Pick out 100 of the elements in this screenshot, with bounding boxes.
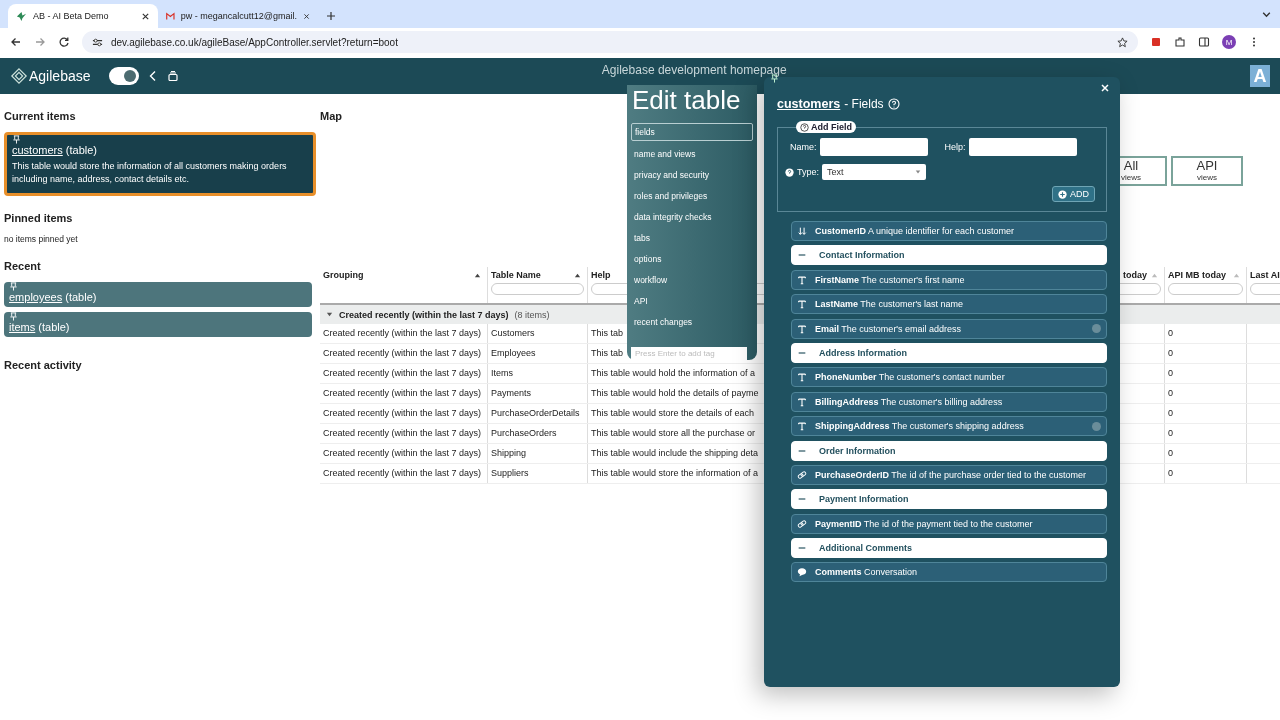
section-header-row[interactable]: Payment Information xyxy=(791,489,1107,510)
diamond-logo-icon xyxy=(10,67,28,85)
stack-icon[interactable] xyxy=(166,70,179,82)
section-header-row[interactable]: Additional Comments xyxy=(791,538,1107,559)
field-description: LastName The customer's last name xyxy=(815,299,965,310)
column-header[interactable]: Table Name xyxy=(491,270,541,280)
field-row[interactable]: CustomerID A unique identifier for each customer xyxy=(791,221,1107,241)
column-header[interactable]: Help xyxy=(591,270,611,280)
browser-tab[interactable]: pw - megancalcutt12@gmail. xyxy=(158,4,318,28)
toggle-switch[interactable] xyxy=(108,67,139,85)
text-icon xyxy=(797,372,807,383)
table-cell: PurchaseOrders xyxy=(488,424,588,443)
star-icon[interactable] xyxy=(1117,36,1128,48)
current-item-card[interactable]: customers (table) This table would store the information of all customers making orders including name, address, contact details etc. xyxy=(4,132,316,196)
table-cell: Created recently (within the last 7 days) xyxy=(320,444,488,463)
field-row[interactable]: PaymentID The id of the payment tied to the customer xyxy=(791,513,1107,534)
item-link[interactable]: employees xyxy=(9,291,63,303)
field-description: PhoneNumber The customer's contact number xyxy=(815,372,1006,383)
field-row[interactable]: ShippingAddress The customer's shipping address xyxy=(791,416,1107,437)
brand-name: Agilebase xyxy=(29,68,91,84)
field-row[interactable]: LastName The customer's last name xyxy=(791,294,1107,315)
column-header[interactable]: Last AI xyxy=(1250,270,1280,280)
column-header[interactable]: Grouping xyxy=(323,270,364,280)
link-icon xyxy=(797,469,807,480)
help-icon[interactable] xyxy=(785,167,794,177)
menu-item[interactable]: fields xyxy=(631,123,753,141)
profile-avatar[interactable]: M xyxy=(1222,35,1236,49)
page-title: Agilebase development homepage xyxy=(601,63,787,77)
section-title: Contact Information xyxy=(819,250,905,261)
field-label: Type: xyxy=(797,167,819,177)
field-row[interactable]: BillingAddress The customer's billing address xyxy=(791,391,1107,412)
dialog-title: - Fields xyxy=(844,97,884,111)
field-description: PurchaseOrderID The id of the purchase order tied to the customer xyxy=(815,469,1087,480)
field-description: PaymentID The id of the payment tied to the customer xyxy=(815,518,1034,529)
menu-item[interactable]: name and views xyxy=(631,146,753,162)
table-cell: 0 xyxy=(1165,424,1247,443)
column-header[interactable]: API MB today xyxy=(1168,270,1226,280)
sidebar-icon[interactable] xyxy=(1198,36,1210,48)
field-description: CustomerID A unique identifier for each customer xyxy=(815,226,1016,236)
table-cell: 0 xyxy=(1165,444,1247,463)
address-bar[interactable]: dev.agilebase.co.uk/agileBase/AppController.servlet?return=boot xyxy=(82,31,1138,53)
field-row[interactable]: PurchaseOrderID The id of the purchase order tied to the customer xyxy=(791,464,1107,485)
menu-item[interactable]: data integrity checks xyxy=(631,209,753,225)
field-row[interactable]: Email The customer's email address xyxy=(791,318,1107,339)
table-cell: Created recently (within the last 7 days) xyxy=(320,424,488,443)
menu-item[interactable]: roles and privileges xyxy=(631,188,753,204)
field-description: ShippingAddress The customer's shipping address xyxy=(815,421,1025,432)
field-row[interactable]: PhoneNumber The customer's contact number xyxy=(791,367,1107,388)
recent-item-card[interactable]: items (table) xyxy=(4,312,312,337)
text-icon xyxy=(797,299,807,310)
section-header-row[interactable]: Contact Information xyxy=(791,245,1107,266)
field-row[interactable]: FirstName The customer's first name xyxy=(791,269,1107,290)
section-heading: Map xyxy=(320,110,343,122)
table-cell: Created recently (within the last 7 days) xyxy=(320,364,488,383)
help-icon[interactable] xyxy=(800,122,809,132)
mail-icon xyxy=(166,10,175,22)
item-link[interactable]: items xyxy=(9,321,36,333)
sort-icon[interactable] xyxy=(574,271,581,279)
corner-logo: A xyxy=(1250,65,1270,87)
menu-item[interactable]: workflow xyxy=(631,272,753,288)
column-header[interactable]: today xyxy=(1123,270,1147,280)
field-description: Email The customer's email address xyxy=(815,323,963,334)
help-input[interactable] xyxy=(968,138,1077,156)
item-type: (table) xyxy=(38,321,70,333)
tab-title: pw - megancalcutt12@gmail. xyxy=(180,11,297,21)
menu-item[interactable]: tabs xyxy=(631,230,753,246)
item-link[interactable]: customers xyxy=(12,144,63,156)
item-description: This table would store the information of all customers making orders including name, address, contact details etc. xyxy=(12,160,288,186)
field-description: FirstName The customer's first name xyxy=(815,274,966,285)
forward-icon[interactable] xyxy=(34,36,46,48)
table-cell: Payments xyxy=(488,384,588,403)
section-heading: Recent activity xyxy=(4,359,83,371)
recent-item-card[interactable]: employees (table) xyxy=(4,282,312,307)
menu-item[interactable]: API xyxy=(631,293,753,309)
section-header-row[interactable]: Address Information xyxy=(791,342,1107,363)
item-type: (table) xyxy=(65,144,97,156)
tune-icon[interactable] xyxy=(92,36,103,48)
text-icon xyxy=(797,421,807,432)
name-input[interactable] xyxy=(819,138,928,156)
field-row[interactable]: Comments Conversation xyxy=(791,562,1107,583)
sort-icon[interactable] xyxy=(474,271,481,279)
plus-icon[interactable] xyxy=(326,11,336,21)
menu-item[interactable]: options xyxy=(631,251,753,267)
menu-item[interactable]: privacy and security xyxy=(631,167,753,183)
table-cell: PurchaseOrderDetails xyxy=(488,404,588,423)
browser-tab[interactable]: AB - AI Beta Demo xyxy=(8,4,158,28)
table-link[interactable]: customers xyxy=(777,97,841,111)
type-select[interactable]: Text xyxy=(822,164,926,180)
reload-icon[interactable] xyxy=(58,36,70,48)
section-header-row[interactable]: Order Information xyxy=(791,440,1107,461)
extension-icon[interactable] xyxy=(1150,36,1162,48)
puzzle-icon[interactable] xyxy=(1174,36,1186,48)
back-icon[interactable] xyxy=(10,36,22,48)
speech-bubble-icon xyxy=(797,567,807,578)
close-icon[interactable] xyxy=(141,11,150,21)
close-icon[interactable] xyxy=(302,11,310,21)
views-button[interactable]: API views xyxy=(1171,156,1243,186)
add-button[interactable]: ADD xyxy=(1052,186,1095,202)
field-description: Comments Conversation xyxy=(815,567,919,578)
caret-icon[interactable] xyxy=(326,311,333,318)
